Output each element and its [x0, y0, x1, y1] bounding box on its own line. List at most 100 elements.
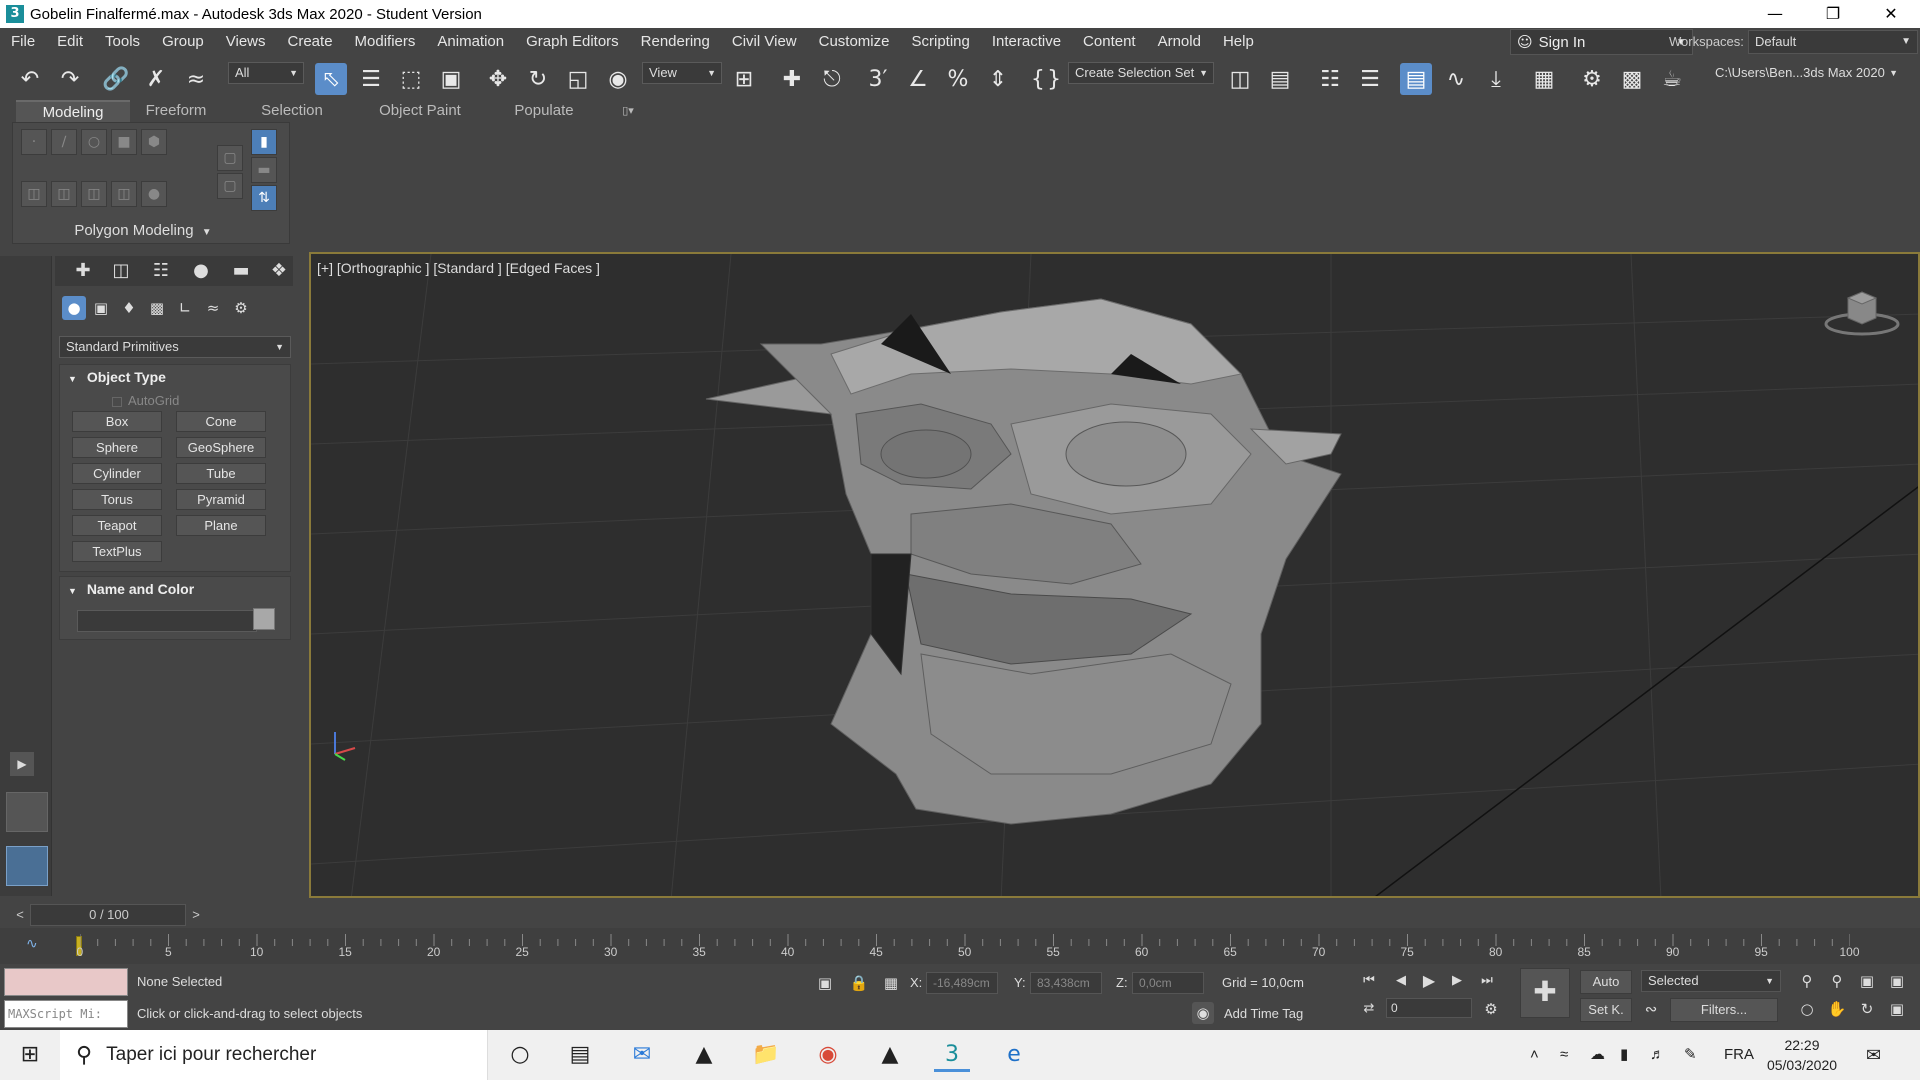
battery-icon[interactable]: ▮ — [1620, 1030, 1628, 1080]
align-icon[interactable]: ▤ — [1264, 63, 1296, 95]
viewport-label[interactable]: [+] [Orthographic ] [Standard ] [Edged F… — [317, 260, 600, 276]
pyramid-button[interactable]: Pyramid — [176, 489, 266, 510]
cameras-icon[interactable]: ▩ — [145, 296, 169, 320]
next-frame-icon[interactable]: ▶ — [1446, 970, 1468, 992]
key-filter-dropdown[interactable]: Selected ▼ — [1641, 970, 1781, 992]
edit-poly-icon[interactable]: ◫ — [51, 181, 77, 207]
auto-key-button[interactable]: Auto — [1580, 970, 1632, 994]
orbit-icon[interactable]: ↻ — [1856, 998, 1878, 1020]
pivot-center-icon[interactable]: ⊞ — [728, 63, 760, 95]
apply-modifier-icon[interactable]: ● — [141, 181, 167, 207]
sphere-button[interactable]: Sphere — [72, 437, 162, 458]
y-coord-field[interactable]: 83,438cm — [1030, 972, 1102, 994]
show-cage-icon[interactable]: ⇅ — [251, 185, 277, 211]
create-tab-icon[interactable]: ✚ — [69, 259, 97, 283]
file-explorer-icon[interactable]: 📁 — [748, 1038, 784, 1072]
pen-icon[interactable]: ✎ — [1684, 1030, 1697, 1080]
tab-selection[interactable]: Selection — [240, 100, 344, 122]
photos-icon[interactable]: ▲ — [872, 1038, 908, 1072]
geometry-icon[interactable]: ● — [62, 296, 86, 320]
edge-icon[interactable]: ∕ — [51, 129, 77, 155]
select-object-icon[interactable]: ⬁ — [315, 63, 347, 95]
single-layout-thumbnail[interactable] — [6, 846, 48, 886]
onedrive-icon[interactable]: ☁ — [1590, 1030, 1605, 1080]
show-end-result-icon[interactable]: ▮ — [251, 129, 277, 155]
tab-freeform[interactable]: Freeform — [130, 100, 222, 122]
zoom-extents-icon[interactable]: ▣ — [1856, 970, 1878, 992]
helpers-icon[interactable]: ∟ — [173, 296, 197, 320]
previous-frame-icon[interactable]: ◀ — [1390, 970, 1412, 992]
menu-modifiers[interactable]: Modifiers — [344, 28, 427, 56]
time-slider-next-icon[interactable]: > — [186, 904, 206, 926]
workspaces-dropdown[interactable]: Default ▼ — [1748, 30, 1918, 54]
menu-views[interactable]: Views — [215, 28, 277, 56]
key-filters-button[interactable]: Filters... — [1670, 998, 1778, 1022]
time-tag-icon[interactable]: ◉ — [1192, 1002, 1214, 1024]
move-icon[interactable]: ✥ — [482, 63, 514, 95]
menu-edit[interactable]: Edit — [46, 28, 94, 56]
mirror-icon[interactable]: ◫ — [1224, 63, 1256, 95]
tab-object-paint[interactable]: Object Paint — [366, 100, 474, 122]
select-by-name-icon[interactable]: ☰ — [355, 63, 387, 95]
cortana-icon[interactable]: ○ — [502, 1038, 538, 1072]
3dsmax-taskbar-icon[interactable]: 3 — [934, 1038, 970, 1072]
menu-group[interactable]: Group — [151, 28, 215, 56]
go-to-start-icon[interactable]: ⏮ — [1358, 970, 1380, 992]
autogrid-checkbox[interactable]: AutoGrid — [112, 393, 179, 408]
maxscript-listener[interactable]: MAXScript Mi: — [4, 968, 128, 1028]
redo-icon[interactable]: ↷ — [54, 63, 86, 95]
zoom-icon[interactable]: ⚲ — [1796, 970, 1818, 992]
link-icon[interactable]: 🔗 — [100, 63, 132, 95]
close-button[interactable]: ✕ — [1862, 0, 1920, 28]
maxscript-output[interactable] — [4, 968, 128, 996]
add-time-tag[interactable]: Add Time Tag — [1224, 1006, 1303, 1021]
notifications-icon[interactable]: ✉ — [1866, 1030, 1881, 1080]
mail-icon[interactable]: ✉ — [624, 1038, 660, 1072]
key-mode-toggle-icon[interactable]: ⇄ — [1358, 998, 1380, 1020]
show-hidden-icons-icon[interactable]: ˄ — [1530, 1030, 1539, 1080]
selection-filter-dropdown[interactable]: All ▼ — [228, 62, 304, 84]
mini-curve-editor-icon[interactable]: ∿ — [26, 936, 38, 952]
rendered-frame-window-icon[interactable]: ▩ — [1616, 63, 1648, 95]
rectangular-selection-icon[interactable]: ⬚ — [395, 63, 427, 95]
bind-space-warp-icon[interactable]: ≈ — [180, 63, 212, 95]
menu-help[interactable]: Help — [1212, 28, 1265, 56]
scene-explorer-icon[interactable]: ☷ — [1314, 63, 1346, 95]
field-of-view-icon[interactable]: ○ — [1796, 998, 1818, 1020]
input-language[interactable]: FRA — [1724, 1030, 1754, 1080]
convert-poly-icon[interactable]: ◫ — [111, 181, 137, 207]
primitive-category-dropdown[interactable]: Standard Primitives ▼ — [59, 336, 291, 358]
preview-subobject-icon[interactable]: ▢ — [217, 173, 243, 199]
tab-populate[interactable]: Populate — [494, 100, 594, 122]
placement-icon[interactable]: ◉ — [602, 63, 634, 95]
motion-tab-icon[interactable]: ● — [187, 259, 215, 283]
object-type-header[interactable]: ▼ Object Type — [60, 365, 290, 389]
ribbon-options-icon[interactable]: ▯▾ — [610, 100, 646, 122]
name-and-color-header[interactable]: ▼ Name and Color — [60, 577, 290, 601]
teapot-button[interactable]: Teapot — [72, 515, 162, 536]
absolute-mode-icon[interactable]: ▦ — [880, 972, 902, 994]
maximize-viewport-icon[interactable]: ▣ — [1886, 998, 1908, 1020]
sign-in-dropdown[interactable]: ☺ Sign In ▼ — [1510, 29, 1693, 55]
collapse-stack-icon[interactable]: ◫ — [81, 181, 107, 207]
schematic-view-icon[interactable]: ⤓ — [1480, 63, 1512, 95]
angle-snap-icon[interactable]: ∠ — [902, 63, 934, 95]
project-folder-dropdown[interactable]: C:\Users\Ben...3ds Max 2020 ▼ — [1708, 62, 1904, 84]
current-frame-field[interactable]: 0 — [1386, 998, 1472, 1018]
modify-mode-icon[interactable]: ◫ — [21, 181, 47, 207]
keyboard-shortcut-icon[interactable]: ⎋ — [816, 63, 848, 95]
menu-tools[interactable]: Tools — [94, 28, 151, 56]
taskbar-search-box[interactable]: ⚲ Taper ici pour rechercher — [60, 1030, 488, 1080]
edit-named-selection-icon[interactable]: { } — [1030, 63, 1062, 95]
set-key-icon[interactable]: ✚ — [1520, 968, 1570, 1018]
preview-off-icon[interactable]: ▢ — [217, 145, 243, 171]
vertex-icon[interactable]: · — [21, 129, 47, 155]
geosphere-button[interactable]: GeoSphere — [176, 437, 266, 458]
minimize-button[interactable]: — — [1746, 0, 1804, 28]
undo-icon[interactable]: ↶ — [14, 63, 46, 95]
quad-layout-thumbnail[interactable] — [6, 792, 48, 832]
task-view-icon[interactable]: ▤ — [562, 1038, 598, 1072]
display-tab-icon[interactable]: ▬ — [227, 259, 255, 283]
menu-scripting[interactable]: Scripting — [900, 28, 980, 56]
viewcube-icon[interactable] — [1824, 284, 1900, 340]
